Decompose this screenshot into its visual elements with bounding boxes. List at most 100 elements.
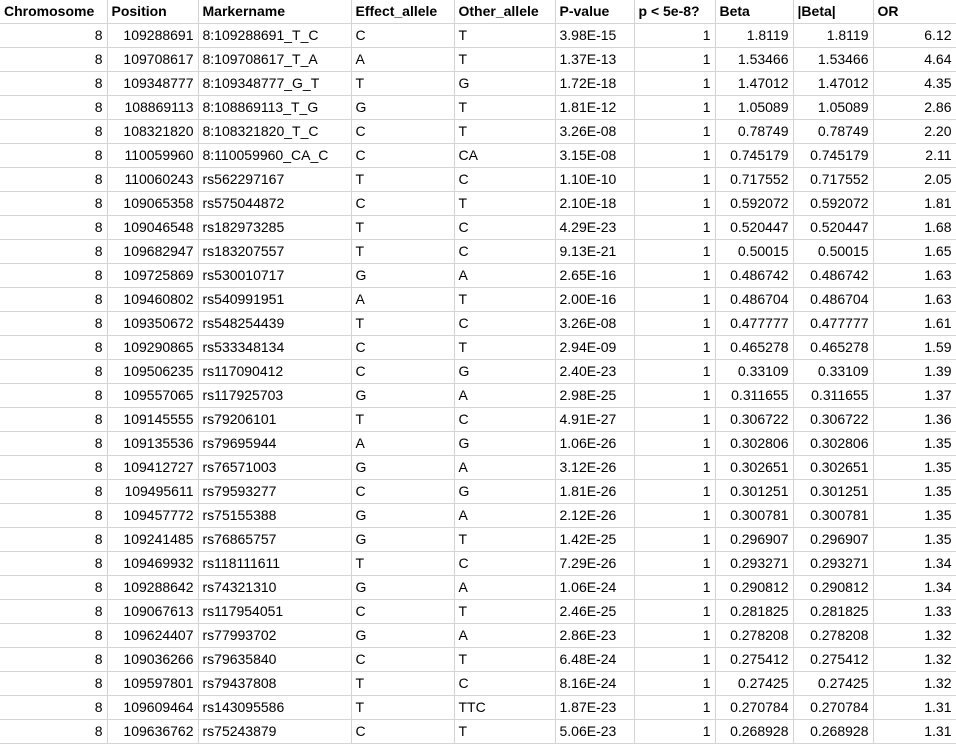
header-cell-or[interactable]: OR bbox=[873, 0, 956, 24]
cell-p-value[interactable]: 4.91E-27 bbox=[555, 407, 635, 432]
cell-significance[interactable]: 1 bbox=[634, 23, 716, 48]
cell-beta[interactable]: 0.275412 bbox=[715, 647, 794, 672]
cell-other-allele[interactable]: T bbox=[454, 335, 556, 360]
cell-position[interactable]: 109145555 bbox=[107, 407, 199, 432]
cell-significance[interactable]: 1 bbox=[634, 599, 716, 624]
cell-position[interactable]: 109135536 bbox=[107, 431, 199, 456]
cell-position[interactable]: 109288642 bbox=[107, 575, 199, 600]
cell-significance[interactable]: 1 bbox=[634, 407, 716, 432]
cell-position[interactable]: 110059960 bbox=[107, 143, 199, 168]
cell-p-value[interactable]: 3.98E-15 bbox=[555, 23, 635, 48]
cell-markername[interactable]: rs118111611 bbox=[198, 551, 352, 576]
cell-other-allele[interactable]: C bbox=[454, 239, 556, 264]
cell-p-value[interactable]: 1.42E-25 bbox=[555, 527, 635, 552]
cell-p-value[interactable]: 1.72E-18 bbox=[555, 71, 635, 96]
cell-other-allele[interactable]: CA bbox=[454, 143, 556, 168]
cell-p-value[interactable]: 9.13E-21 bbox=[555, 239, 635, 264]
cell-position[interactable]: 109457772 bbox=[107, 503, 199, 528]
cell-other-allele[interactable]: TTC bbox=[454, 695, 556, 720]
cell-effect-allele[interactable]: C bbox=[351, 647, 455, 672]
cell-effect-allele[interactable]: C bbox=[351, 119, 455, 144]
cell-other-allele[interactable]: T bbox=[454, 719, 556, 744]
cell-other-allele[interactable]: A bbox=[454, 263, 556, 288]
cell-other-allele[interactable]: T bbox=[454, 47, 556, 72]
cell-other-allele[interactable]: C bbox=[454, 167, 556, 192]
cell-other-allele[interactable]: A bbox=[454, 575, 556, 600]
cell-significance[interactable]: 1 bbox=[634, 191, 716, 216]
cell-or[interactable]: 1.34 bbox=[873, 575, 956, 600]
cell-abs-beta[interactable]: 0.278208 bbox=[793, 623, 874, 648]
cell-beta[interactable]: 0.520447 bbox=[715, 215, 794, 240]
cell-chromosome[interactable]: 8 bbox=[0, 719, 108, 744]
cell-effect-allele[interactable]: G bbox=[351, 575, 455, 600]
cell-or[interactable]: 1.35 bbox=[873, 455, 956, 480]
cell-p-value[interactable]: 1.81E-26 bbox=[555, 479, 635, 504]
cell-significance[interactable]: 1 bbox=[634, 383, 716, 408]
cell-markername[interactable]: 8:109708617_T_A bbox=[198, 47, 352, 72]
cell-chromosome[interactable]: 8 bbox=[0, 167, 108, 192]
cell-beta[interactable]: 1.05089 bbox=[715, 95, 794, 120]
cell-significance[interactable]: 1 bbox=[634, 527, 716, 552]
cell-or[interactable]: 1.35 bbox=[873, 479, 956, 504]
header-cell-abs-beta[interactable]: |Beta| bbox=[793, 0, 874, 24]
cell-position[interactable]: 109350672 bbox=[107, 311, 199, 336]
cell-p-value[interactable]: 1.81E-12 bbox=[555, 95, 635, 120]
cell-markername[interactable]: rs79206101 bbox=[198, 407, 352, 432]
cell-other-allele[interactable]: G bbox=[454, 71, 556, 96]
cell-other-allele[interactable]: T bbox=[454, 23, 556, 48]
cell-other-allele[interactable]: C bbox=[454, 215, 556, 240]
cell-beta[interactable]: 1.8119 bbox=[715, 23, 794, 48]
cell-p-value[interactable]: 2.94E-09 bbox=[555, 335, 635, 360]
cell-or[interactable]: 1.59 bbox=[873, 335, 956, 360]
cell-abs-beta[interactable]: 1.05089 bbox=[793, 95, 874, 120]
cell-effect-allele[interactable]: T bbox=[351, 215, 455, 240]
cell-significance[interactable]: 1 bbox=[634, 479, 716, 504]
cell-beta[interactable]: 0.302806 bbox=[715, 431, 794, 456]
cell-position[interactable]: 109495611 bbox=[107, 479, 199, 504]
cell-chromosome[interactable]: 8 bbox=[0, 407, 108, 432]
cell-abs-beta[interactable]: 0.50015 bbox=[793, 239, 874, 264]
cell-chromosome[interactable]: 8 bbox=[0, 263, 108, 288]
cell-effect-allele[interactable]: C bbox=[351, 599, 455, 624]
cell-abs-beta[interactable]: 0.281825 bbox=[793, 599, 874, 624]
cell-beta[interactable]: 1.53466 bbox=[715, 47, 794, 72]
cell-p-value[interactable]: 2.65E-16 bbox=[555, 263, 635, 288]
cell-or[interactable]: 1.35 bbox=[873, 527, 956, 552]
cell-or[interactable]: 6.12 bbox=[873, 23, 956, 48]
cell-significance[interactable]: 1 bbox=[634, 335, 716, 360]
cell-abs-beta[interactable]: 0.311655 bbox=[793, 383, 874, 408]
cell-or[interactable]: 1.33 bbox=[873, 599, 956, 624]
cell-p-value[interactable]: 1.10E-10 bbox=[555, 167, 635, 192]
cell-position[interactable]: 108869113 bbox=[107, 95, 199, 120]
cell-effect-allele[interactable]: G bbox=[351, 263, 455, 288]
cell-abs-beta[interactable]: 0.306722 bbox=[793, 407, 874, 432]
header-cell-position[interactable]: Position bbox=[107, 0, 199, 24]
cell-abs-beta[interactable]: 0.293271 bbox=[793, 551, 874, 576]
cell-or[interactable]: 1.31 bbox=[873, 695, 956, 720]
cell-markername[interactable]: rs562297167 bbox=[198, 167, 352, 192]
cell-effect-allele[interactable]: A bbox=[351, 47, 455, 72]
cell-beta[interactable]: 0.50015 bbox=[715, 239, 794, 264]
cell-abs-beta[interactable]: 0.745179 bbox=[793, 143, 874, 168]
cell-significance[interactable]: 1 bbox=[634, 695, 716, 720]
cell-effect-allele[interactable]: T bbox=[351, 551, 455, 576]
cell-or[interactable]: 4.64 bbox=[873, 47, 956, 72]
cell-other-allele[interactable]: A bbox=[454, 455, 556, 480]
cell-abs-beta[interactable]: 0.27425 bbox=[793, 671, 874, 696]
cell-position[interactable]: 109725869 bbox=[107, 263, 199, 288]
cell-p-value[interactable]: 2.40E-23 bbox=[555, 359, 635, 384]
cell-markername[interactable]: 8:108321820_T_C bbox=[198, 119, 352, 144]
cell-position[interactable]: 109636762 bbox=[107, 719, 199, 744]
cell-or[interactable]: 1.32 bbox=[873, 623, 956, 648]
header-cell-markername[interactable]: Markername bbox=[198, 0, 352, 24]
cell-markername[interactable]: rs79635840 bbox=[198, 647, 352, 672]
cell-significance[interactable]: 1 bbox=[634, 671, 716, 696]
cell-chromosome[interactable]: 8 bbox=[0, 695, 108, 720]
cell-abs-beta[interactable]: 0.520447 bbox=[793, 215, 874, 240]
cell-abs-beta[interactable]: 0.275412 bbox=[793, 647, 874, 672]
cell-chromosome[interactable]: 8 bbox=[0, 71, 108, 96]
cell-significance[interactable]: 1 bbox=[634, 719, 716, 744]
cell-markername[interactable]: rs79695944 bbox=[198, 431, 352, 456]
cell-other-allele[interactable]: T bbox=[454, 287, 556, 312]
cell-chromosome[interactable]: 8 bbox=[0, 23, 108, 48]
